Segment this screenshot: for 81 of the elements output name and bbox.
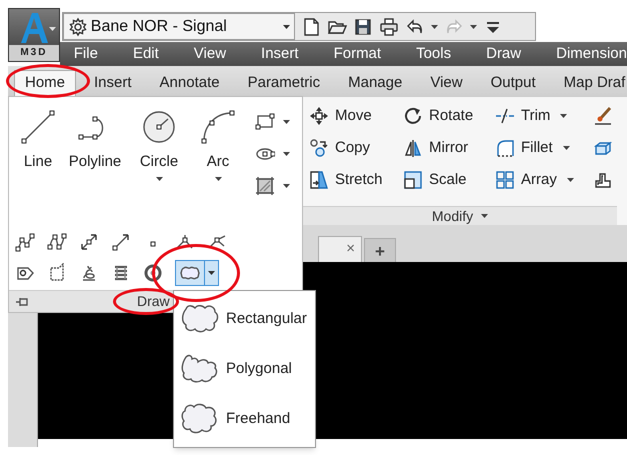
caret-icon (566, 178, 574, 182)
tool-button[interactable]: Stretch (309, 169, 403, 191)
printer-icon[interactable] (378, 16, 399, 36)
tool-button[interactable]: Scale (403, 169, 495, 191)
menu-item[interactable]: View (194, 42, 226, 66)
menu-item[interactable]: Tools (416, 42, 452, 66)
cloud-icon (180, 266, 200, 280)
copy-icon (309, 138, 329, 158)
app-label: M3D (9, 45, 59, 61)
fillet-icon (495, 138, 515, 158)
donut-icon[interactable] (143, 263, 163, 284)
caret-icon (283, 184, 290, 188)
caret-icon (208, 271, 215, 276)
caret-icon (562, 146, 570, 150)
ray-icon[interactable] (111, 232, 131, 252)
revision-cloud-button[interactable] (175, 260, 219, 286)
gear-icon (68, 16, 88, 36)
caret-icon (430, 24, 438, 28)
ribbon-tab[interactable]: Insert (84, 70, 142, 96)
save-icon[interactable] (352, 16, 373, 36)
menu-item[interactable]: Polygonal (180, 347, 315, 391)
caret-icon (48, 27, 56, 31)
menu-item[interactable]: Rectangular (180, 297, 315, 341)
move-icon (309, 106, 329, 126)
ribbon-tab[interactable]: View (420, 70, 473, 96)
menu-item[interactable]: Freehand (180, 397, 315, 441)
construction-line-icon[interactable] (79, 232, 99, 252)
caret-icon (481, 214, 488, 218)
caret-icon (470, 24, 477, 28)
menu-item[interactable]: Edit (132, 42, 159, 66)
cloud-icon (180, 353, 220, 385)
workspace-dropdown[interactable]: Bane NOR - Signal (62, 13, 295, 40)
rectangle-icon (255, 112, 275, 132)
stretch-icon (309, 170, 329, 190)
ribbon-tab[interactable]: Home (14, 70, 76, 96)
caret-icon (560, 114, 568, 118)
ribbon-tab[interactable]: Manage (338, 70, 412, 96)
tool-button[interactable]: Array (495, 169, 593, 191)
application-button[interactable]: M3D (8, 8, 60, 62)
tool-button[interactable]: Trim (495, 105, 593, 127)
ribbon-tab[interactable]: Map Draf (554, 70, 627, 96)
caret-icon (156, 177, 162, 181)
menu-item[interactable]: Insert (261, 42, 299, 66)
tool-button[interactable]: Fillet (495, 137, 593, 159)
menu-item[interactable]: Dimension (556, 42, 627, 66)
new-tab-button[interactable]: + (364, 238, 396, 262)
cloud-icon (180, 303, 220, 335)
tool-button[interactable]: Arc (193, 103, 243, 185)
eraser-icon[interactable] (593, 106, 613, 126)
mirror-icon (403, 138, 423, 158)
close-button[interactable]: × (346, 238, 355, 261)
tool-button[interactable]: Circle (129, 103, 189, 185)
caret-icon (282, 24, 290, 28)
spline-icon[interactable] (15, 232, 35, 252)
hatch-icon (255, 176, 275, 196)
menu-item[interactable]: File (74, 42, 98, 66)
panel-title: Modify (432, 206, 474, 226)
caret-icon (283, 152, 290, 156)
caret-icon (283, 120, 290, 124)
tool-button[interactable]: Mirror (403, 137, 495, 159)
tool-button[interactable]: Rotate (403, 105, 495, 127)
ribbon-tab[interactable]: Annotate (150, 70, 230, 96)
menu-item[interactable]: Format (334, 42, 382, 66)
file-tab[interactable]: × (318, 236, 362, 262)
caret-icon (214, 177, 222, 181)
ribbon-tab[interactable]: Output (480, 70, 546, 96)
tool-button[interactable]: Polyline (65, 103, 125, 185)
trim-icon (495, 106, 515, 126)
panel-title: Draw (137, 292, 170, 312)
array-icon (495, 170, 515, 190)
scale-icon (403, 170, 423, 190)
rotate-icon (403, 106, 423, 126)
tool-button[interactable]: Copy (309, 137, 403, 159)
tool-button[interactable]: Line (15, 103, 61, 185)
tool-button[interactable] (255, 111, 290, 132)
tool-button[interactable] (255, 175, 290, 196)
menu-item[interactable]: Draw (486, 42, 522, 66)
ribbon-tab[interactable]: Parametric (238, 70, 330, 96)
workspace-name: Bane NOR - Signal (90, 16, 228, 36)
spline-icon[interactable] (47, 232, 67, 252)
tool-button[interactable]: Move (309, 105, 403, 127)
